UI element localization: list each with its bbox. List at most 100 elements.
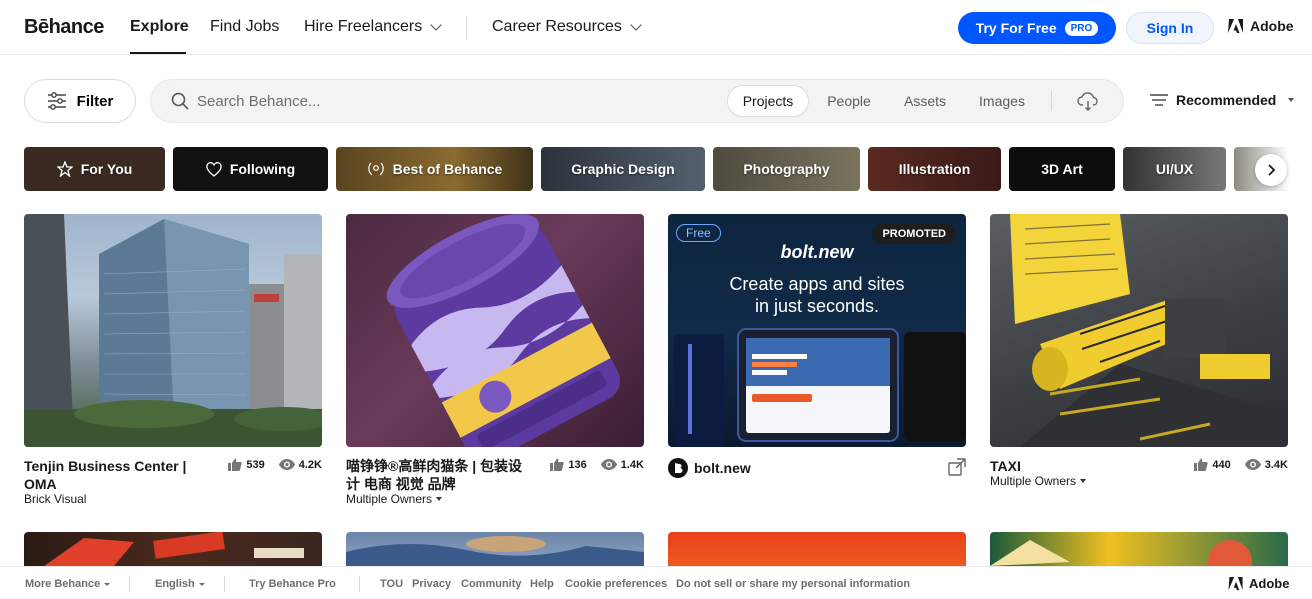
category-photography[interactable]: Photography bbox=[713, 147, 860, 191]
project-thumbnail[interactable] bbox=[24, 214, 322, 447]
project-thumbnail[interactable] bbox=[346, 214, 644, 447]
segment-divider bbox=[1051, 91, 1052, 111]
search-segment-people[interactable]: People bbox=[815, 85, 883, 117]
category-for-you[interactable]: For You bbox=[24, 147, 165, 191]
category-label: Best of Behance bbox=[392, 161, 503, 177]
views-stat: 3.4K bbox=[1244, 458, 1288, 471]
sort-dropdown[interactable]: Recommended bbox=[1150, 92, 1295, 108]
project-thumbnail[interactable] bbox=[24, 532, 322, 566]
nav-career-resources-label: Career Resources bbox=[492, 18, 622, 35]
nav-career-resources[interactable]: Career Resources bbox=[492, 18, 642, 36]
project-thumbnail[interactable] bbox=[346, 532, 644, 566]
category-ui-ux[interactable]: UI/UX bbox=[1123, 147, 1226, 191]
cloud-search-icon[interactable] bbox=[1077, 92, 1099, 112]
search-segment-projects[interactable]: Projects bbox=[727, 85, 809, 117]
footer-link-community[interactable]: Community bbox=[461, 578, 522, 590]
sign-in-label: Sign In bbox=[1146, 20, 1194, 36]
views-stat: 1.4K bbox=[600, 459, 644, 471]
project-card[interactable]: 喵铮铮®高鲜肉猫条 | 包装设计 电商 视觉 品牌 Multiple Owner… bbox=[346, 214, 644, 506]
project-thumbnail[interactable] bbox=[668, 532, 966, 566]
category-label: 3D Art bbox=[1041, 161, 1083, 177]
category-illustration[interactable]: Illustration bbox=[868, 147, 1001, 191]
project-owner[interactable]: Multiple Owners bbox=[346, 492, 443, 506]
category-label: UI/UX bbox=[1155, 161, 1194, 177]
footer: More Behance English Try Behance Pro TOU… bbox=[0, 566, 1312, 599]
project-thumbnail[interactable] bbox=[990, 532, 1288, 566]
footer-divider bbox=[359, 576, 360, 592]
thumbs-up-icon bbox=[1194, 458, 1209, 471]
project-card[interactable]: TAXI Multiple Owners 440 3.4K bbox=[990, 214, 1288, 488]
project-owner[interactable]: Multiple Owners bbox=[990, 474, 1087, 488]
search-input[interactable] bbox=[197, 80, 717, 122]
nav-explore[interactable]: Explore bbox=[130, 18, 189, 36]
promoted-thumbnail[interactable]: Free PROMOTED bolt.new Create apps and s… bbox=[668, 214, 966, 447]
project-title[interactable]: 喵铮铮®高鲜肉猫条 | 包装设计 电商 视觉 品牌 bbox=[346, 457, 526, 493]
category-label: Photography bbox=[743, 161, 830, 177]
adobe-logo-icon bbox=[1228, 19, 1243, 33]
footer-link-cookie-preferences[interactable]: Cookie preferences bbox=[565, 578, 667, 590]
footer-language-label: English bbox=[155, 578, 195, 590]
category-best-of-behance[interactable]: Best of Behance bbox=[336, 147, 533, 191]
likes-stat: 440 bbox=[1194, 458, 1231, 471]
filter-label: Filter bbox=[76, 92, 114, 110]
external-link-icon[interactable] bbox=[948, 458, 966, 476]
bolt-logo-icon bbox=[668, 458, 688, 478]
project-owner-label: Brick Visual bbox=[24, 492, 87, 506]
nav-find-jobs-label: Find Jobs bbox=[210, 18, 280, 35]
try-for-free-button[interactable]: Try For Free PRO bbox=[958, 12, 1116, 44]
project-title[interactable]: Tenjin Business Center | OMA bbox=[24, 457, 214, 493]
category-label: For You bbox=[80, 161, 133, 177]
adobe-logo-icon bbox=[1228, 576, 1243, 591]
nav-find-jobs[interactable]: Find Jobs bbox=[210, 18, 279, 36]
caret-down-icon bbox=[1080, 479, 1087, 483]
taxi-poster-photo bbox=[1010, 214, 1288, 447]
caret-down-icon bbox=[436, 497, 443, 501]
project-stats: 440 3.4K bbox=[1194, 458, 1288, 471]
category-graphic-design[interactable]: Graphic Design bbox=[541, 147, 705, 191]
category-next-button[interactable] bbox=[1255, 154, 1287, 186]
laurel-icon bbox=[367, 162, 384, 176]
sort-label: Recommended bbox=[1176, 92, 1277, 108]
caret-down-icon bbox=[198, 582, 205, 586]
chevron-down-icon bbox=[430, 19, 442, 31]
footer-adobe-link[interactable]: Adobe bbox=[1228, 576, 1289, 591]
project-owner-label: Multiple Owners bbox=[990, 474, 1077, 488]
sign-in-button[interactable]: Sign In bbox=[1126, 12, 1214, 44]
adobe-link[interactable]: Adobe bbox=[1228, 18, 1294, 34]
likes-stat: 136 bbox=[550, 458, 587, 471]
nav-divider bbox=[466, 16, 467, 40]
thumbs-up-icon bbox=[228, 458, 243, 471]
project-thumbnail[interactable] bbox=[990, 214, 1288, 447]
nav-hire-freelancers-label: Hire Freelancers bbox=[304, 18, 423, 35]
chevron-down-icon bbox=[630, 19, 642, 31]
footer-try-pro-label: Try Behance Pro bbox=[249, 578, 336, 590]
category-following[interactable]: Following bbox=[173, 147, 328, 191]
likes-count: 539 bbox=[246, 458, 265, 471]
footer-more-behance[interactable]: More Behance bbox=[25, 578, 111, 590]
search-segment-assets[interactable]: Assets bbox=[891, 85, 959, 117]
views-stat: 4.2K bbox=[278, 459, 322, 471]
footer-link-tou[interactable]: TOU bbox=[380, 578, 403, 590]
building-photo bbox=[24, 214, 322, 447]
heart-icon bbox=[206, 161, 222, 177]
category-3d-art[interactable]: 3D Art bbox=[1009, 147, 1115, 191]
behance-logo[interactable]: Bēhance bbox=[24, 16, 104, 39]
footer-adobe-label: Adobe bbox=[1249, 576, 1290, 591]
project-owner[interactable]: Brick Visual bbox=[24, 492, 86, 506]
abstract-art bbox=[990, 540, 1252, 566]
views-count: 3.4K bbox=[1264, 458, 1288, 471]
filter-button[interactable]: Filter bbox=[24, 79, 136, 123]
footer-link-do-not-sell[interactable]: Do not sell or share my personal informa… bbox=[676, 578, 910, 590]
footer-link-privacy[interactable]: Privacy bbox=[412, 578, 451, 590]
project-stats: 136 1.4K bbox=[550, 458, 644, 471]
promoted-card[interactable]: Free PROMOTED bolt.new Create apps and s… bbox=[668, 214, 966, 478]
search-segment-images[interactable]: Images bbox=[967, 85, 1037, 117]
nav-hire-freelancers[interactable]: Hire Freelancers bbox=[304, 18, 442, 36]
footer-language[interactable]: English bbox=[155, 578, 205, 590]
sort-lines-icon bbox=[1150, 94, 1168, 106]
footer-try-pro[interactable]: Try Behance Pro bbox=[249, 578, 336, 590]
project-title[interactable]: TAXI bbox=[990, 457, 1180, 475]
promoted-brand-row[interactable]: bolt.new bbox=[668, 458, 751, 478]
project-card[interactable]: Tenjin Business Center | OMA Brick Visua… bbox=[24, 214, 322, 506]
footer-link-help[interactable]: Help bbox=[530, 578, 554, 590]
